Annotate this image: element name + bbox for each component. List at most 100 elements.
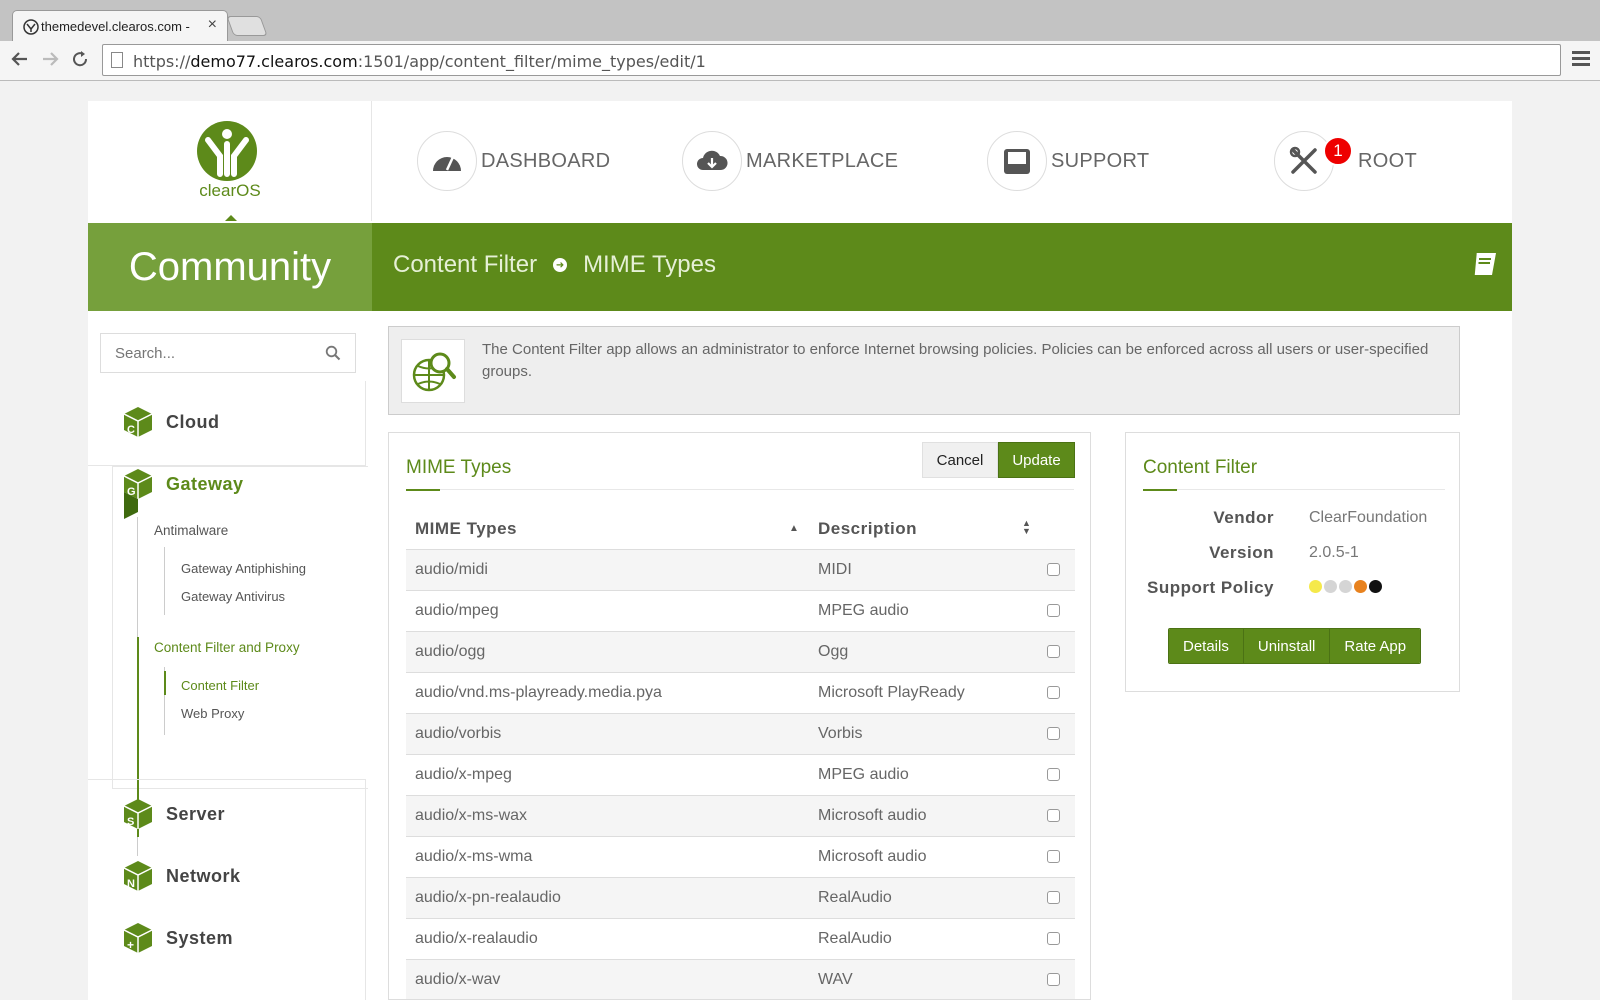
description-cell: MIDI	[809, 549, 1039, 591]
book-icon[interactable]	[1470, 249, 1500, 279]
row-checkbox[interactable]	[1047, 604, 1060, 617]
sidebar-group-content-filter-proxy[interactable]: Content Filter and Proxy	[154, 640, 300, 655]
sidebar-item-content-filter[interactable]: Content Filter	[181, 678, 259, 693]
sidebar-item-network[interactable]: N Network	[122, 859, 241, 893]
table-body: audio/midi MIDI audio/mpeg MPEG audio audio/…	[406, 549, 1075, 999]
mime-type-cell: audio/x-realaudio	[406, 918, 809, 960]
mime-type-cell: audio/x-mpeg	[406, 754, 809, 796]
breadcrumb-arrow-icon: ➜	[553, 258, 568, 272]
tree-line	[164, 547, 165, 615]
sidebar-item-gateway-antivirus[interactable]: Gateway Antivirus	[181, 589, 285, 604]
server-cube-icon: S	[123, 799, 153, 829]
sidebar-item-system[interactable]: + System	[122, 921, 233, 955]
new-tab-button[interactable]	[226, 16, 268, 36]
svg-text:S: S	[127, 816, 135, 828]
sidebar-label-server: Server	[166, 803, 226, 824]
mime-type-cell: audio/ogg	[406, 631, 809, 673]
browser-menu-icon[interactable]	[1572, 51, 1590, 69]
table-header-row: MIME Types ▲ Description ▲ ▼	[406, 509, 1075, 550]
search-box[interactable]	[100, 333, 356, 373]
svg-text:G: G	[127, 486, 136, 498]
nav-marketplace[interactable]: MARKETPLACE	[682, 131, 898, 191]
system-cube-icon: +	[123, 923, 153, 953]
nav-support-label: SUPPORT	[1051, 149, 1150, 172]
update-button[interactable]: Update	[998, 442, 1075, 478]
sidebar-item-server[interactable]: S Server	[122, 797, 225, 831]
breadcrumb-content-filter[interactable]: Content Filter	[393, 251, 537, 279]
table-row: audio/x-ms-wma Microsoft audio	[406, 836, 1075, 878]
row-checkbox[interactable]	[1047, 891, 1060, 904]
content-filter-icon	[401, 339, 465, 403]
mime-types-panel: MIME Types Cancel Update MIME Types ▲ Des…	[388, 432, 1091, 1000]
description-cell: MPEG audio	[809, 754, 1039, 796]
search-icon[interactable]	[325, 345, 341, 361]
column-header-select	[1039, 509, 1075, 550]
sidebar-label-gateway: Gateway	[166, 473, 244, 494]
title-bar: Community Content Filter ➜ MIME Types	[88, 223, 1512, 311]
select-cell	[1039, 754, 1075, 796]
table-row: audio/ogg Ogg	[406, 631, 1075, 673]
page-icon	[111, 52, 123, 68]
url-path: :1501/app/content_filter/mime_types/edit…	[357, 52, 706, 71]
mime-type-cell: audio/x-pn-realaudio	[406, 877, 809, 919]
cancel-button[interactable]: Cancel	[922, 442, 998, 478]
column-header-description[interactable]: Description ▲ ▼	[809, 509, 1039, 550]
tab-close-icon[interactable]: ×	[208, 16, 217, 34]
details-button[interactable]: Details	[1169, 629, 1244, 663]
nav-dashboard[interactable]: DASHBOARD	[417, 131, 610, 191]
mime-type-cell: audio/x-ms-wma	[406, 836, 809, 878]
browser-tab[interactable]: themedevel.clearos.com - ×	[12, 10, 228, 41]
support-dot	[1339, 580, 1352, 593]
app-info-underline	[1143, 489, 1445, 491]
support-dot	[1324, 580, 1337, 593]
row-checkbox[interactable]	[1047, 727, 1060, 740]
table-row: audio/x-mpeg MPEG audio	[406, 754, 1075, 796]
cloud-download-icon	[682, 131, 742, 191]
vendor-value: ClearFoundation	[1309, 509, 1428, 526]
app-info-title: Content Filter	[1143, 457, 1258, 478]
select-cell	[1039, 795, 1075, 837]
forward-arrow-icon[interactable]	[40, 49, 60, 69]
nav-support[interactable]: SUPPORT	[987, 131, 1149, 191]
favicon-icon	[23, 19, 39, 35]
logo-area[interactable]: clearOS	[88, 101, 372, 221]
sidebar-item-gateway-antiphishing[interactable]: Gateway Antiphishing	[181, 561, 306, 576]
row-checkbox[interactable]	[1047, 686, 1060, 699]
mime-type-cell: audio/x-wav	[406, 959, 809, 999]
nav-root[interactable]: 1 ROOT	[1274, 131, 1417, 191]
url-prefix: https://	[133, 52, 191, 71]
row-checkbox[interactable]	[1047, 932, 1060, 945]
sidebar-group-antimalware[interactable]: Antimalware	[154, 523, 228, 538]
mime-type-cell: audio/vnd.ms-playready.media.pya	[406, 672, 809, 714]
row-checkbox[interactable]	[1047, 768, 1060, 781]
sidebar-item-web-proxy[interactable]: Web Proxy	[181, 706, 244, 721]
tab-title: themedevel.clearos.com -	[41, 19, 190, 34]
row-checkbox[interactable]	[1047, 563, 1060, 576]
version-value: 2.0.5-1	[1309, 544, 1359, 561]
clearos-page: clearOS DASHBOARD MARKETPLACE SUPPORT 1 …	[88, 101, 1512, 1000]
search-input[interactable]	[115, 334, 315, 372]
description-cell: Microsoft audio	[809, 795, 1039, 837]
address-bar[interactable]: https://demo77.clearos.com:1501/app/cont…	[102, 44, 1561, 76]
select-cell	[1039, 959, 1075, 999]
reload-icon[interactable]	[70, 49, 90, 69]
column-header-mime-types[interactable]: MIME Types ▲	[406, 509, 809, 550]
table-row: audio/x-realaudio RealAudio	[406, 918, 1075, 960]
rate-app-button[interactable]: Rate App	[1330, 629, 1421, 663]
row-checkbox[interactable]	[1047, 973, 1060, 986]
uninstall-button[interactable]: Uninstall	[1243, 629, 1331, 663]
table-row: audio/midi MIDI	[406, 549, 1075, 591]
svg-text:+: +	[127, 938, 135, 952]
sidebar-item-cloud[interactable]: C Cloud	[122, 405, 220, 439]
top-navigation: DASHBOARD MARKETPLACE SUPPORT 1 ROOT	[372, 101, 1512, 221]
sidebar-item-gateway[interactable]: G Gateway	[122, 467, 244, 521]
nav-root-label: ROOT	[1358, 149, 1417, 172]
table-row: audio/x-ms-wax Microsoft audio	[406, 795, 1075, 837]
url-host: demo77.clearos.com	[190, 52, 358, 71]
back-arrow-icon[interactable]	[10, 49, 30, 69]
table-row: audio/x-pn-realaudio RealAudio	[406, 877, 1075, 919]
row-checkbox[interactable]	[1047, 809, 1060, 822]
select-cell	[1039, 672, 1075, 714]
row-checkbox[interactable]	[1047, 850, 1060, 863]
row-checkbox[interactable]	[1047, 645, 1060, 658]
